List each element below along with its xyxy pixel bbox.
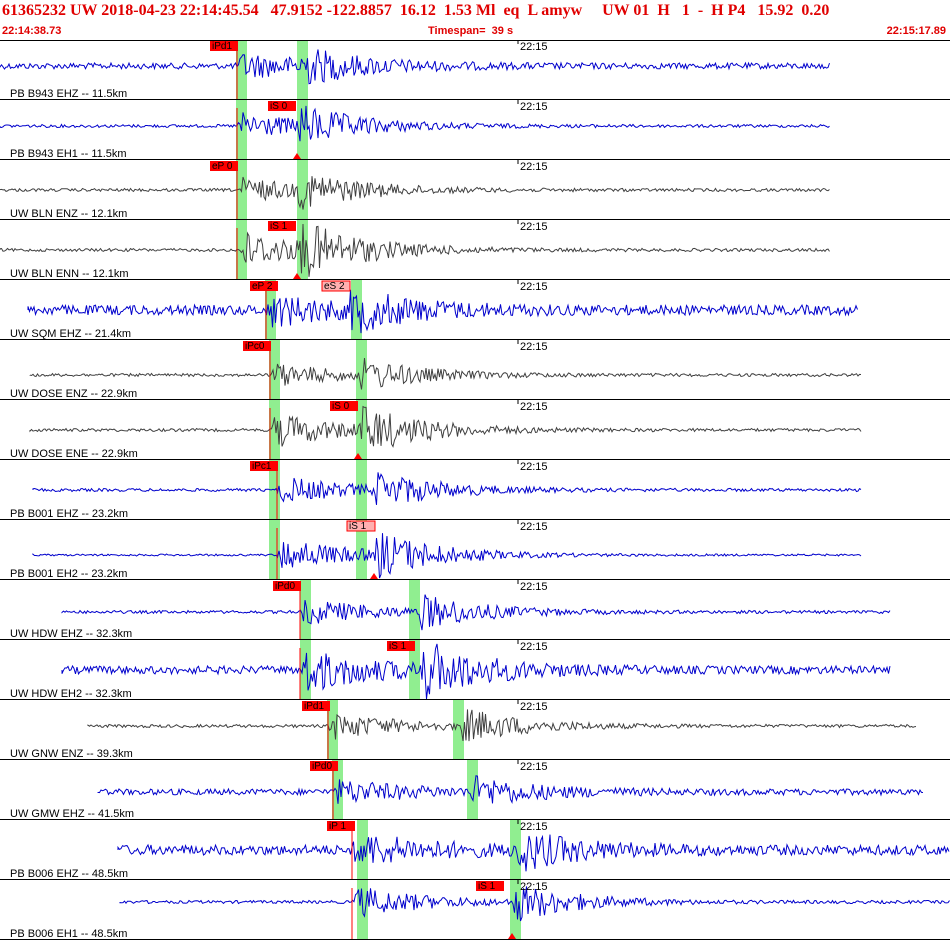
station-label: UW HDW EH2 -- 32.3km xyxy=(10,688,132,700)
event-summary-title: 61365232 UW 2018-04-23 22:14:45.54 47.91… xyxy=(2,2,830,19)
time-tick-label: 22:15 xyxy=(520,161,548,173)
time-tick-label: 22:15 xyxy=(520,461,548,473)
pick-label: iPd0 xyxy=(275,581,295,592)
time-tick-label: 22:15 xyxy=(520,701,548,713)
station-label: PB B943 EHZ -- 11.5km xyxy=(10,88,127,100)
time-tick-label: 22:15 xyxy=(520,821,548,833)
pick-label: iS 0 xyxy=(270,101,288,112)
pick-label: iS 1 xyxy=(478,881,496,892)
station-label: UW GNW ENZ -- 39.3km xyxy=(10,748,133,760)
trace-panel[interactable]: iPc1 22:15 PB B001 EHZ -- 23.2km xyxy=(0,460,950,520)
time-tick-label: 22:15 xyxy=(520,221,548,233)
waveform xyxy=(0,176,830,210)
station-label: UW HDW EHZ -- 32.3km xyxy=(10,628,132,640)
p-window-highlight xyxy=(300,640,311,700)
pick-label: iPc0 xyxy=(245,341,265,352)
trace-panel[interactable]: eP 0 22:15 UW BLN ENZ -- 12.1km xyxy=(0,160,950,220)
trace-panel[interactable]: iS 1 22:15 UW HDW EH2 -- 32.3km xyxy=(0,640,950,700)
end-time-label: 22:15:17.89 xyxy=(886,25,946,37)
waveform xyxy=(32,533,862,579)
pick-label: eP 0 xyxy=(212,161,233,172)
time-tick-label: 22:15 xyxy=(520,401,548,413)
time-tick-label: 22:15 xyxy=(520,41,548,53)
pick-label: iS 0 xyxy=(332,401,350,412)
pick-label: iPd1 xyxy=(304,701,324,712)
waveform xyxy=(61,594,891,631)
trace-panel[interactable]: iS 1 22:15 UW BLN ENN -- 12.1km xyxy=(0,220,950,280)
pick-label: iS 1 xyxy=(270,221,288,232)
waveform xyxy=(87,709,917,742)
arrival-marker-icon xyxy=(370,573,378,579)
pick-label: iPd1 xyxy=(212,41,232,52)
station-label: UW BLN ENZ -- 12.1km xyxy=(10,208,127,220)
trace-panel[interactable]: iS 1 22:15 PB B006 EH1 -- 48.5km xyxy=(0,880,950,940)
trace-panel[interactable]: iPd0 22:15 UW GMW EHZ -- 41.5km xyxy=(0,760,950,820)
time-tick-label: 22:15 xyxy=(520,641,548,653)
station-label: UW SQM EHZ -- 21.4km xyxy=(10,328,131,340)
waveform xyxy=(29,357,862,390)
trace-panel[interactable]: eP 2 eS 2 22:15 UW SQM EHZ -- 21.4km xyxy=(0,280,950,340)
time-tick-label: 22:15 xyxy=(520,281,548,293)
trace-panel[interactable]: iPd1 22:15 PB B943 EHZ -- 11.5km xyxy=(0,40,950,100)
seismogram-panel[interactable]: iPd1 22:15 PB B943 EHZ -- 11.5km iS 0 22:15 P… xyxy=(0,40,950,940)
time-tick-label: 22:15 xyxy=(520,761,548,773)
trace-panel[interactable]: iPd1 22:15 UW GNW ENZ -- 39.3km xyxy=(0,700,950,760)
trace-panel[interactable]: iPc0 22:15 UW DOSE ENZ -- 22.9km xyxy=(0,340,950,400)
time-tick-label: 22:15 xyxy=(520,881,548,893)
waveform xyxy=(0,105,830,142)
time-tick-label: 22:15 xyxy=(520,101,548,113)
waveform xyxy=(29,405,862,448)
time-tick-label: 22:15 xyxy=(520,581,548,593)
s-window-highlight xyxy=(453,700,464,760)
pick-label: iS 1 xyxy=(349,521,367,532)
station-label: PB B001 EHZ -- 23.2km xyxy=(10,508,128,520)
trace-panel[interactable]: iP 1 22:15 PB B006 EHZ -- 48.5km xyxy=(0,820,950,880)
pick-label: iP 1 xyxy=(329,821,346,832)
pick-label: iPd0 xyxy=(312,761,332,772)
waveform xyxy=(97,775,924,804)
time-tick-label: 22:15 xyxy=(520,521,548,533)
p-window-highlight xyxy=(236,220,247,280)
pick-label: iPc1 xyxy=(252,461,272,472)
time-tick-label: 22:15 xyxy=(520,341,548,353)
trace-panel[interactable]: iS 1 22:15 PB B001 EH2 -- 23.2km xyxy=(0,520,950,580)
station-label: UW DOSE ENZ -- 22.9km xyxy=(10,388,137,400)
station-label: PB B006 EH1 -- 48.5km xyxy=(10,928,127,940)
timespan-label: Timespan= 39 s xyxy=(428,25,514,37)
p-window-highlight xyxy=(300,580,311,640)
event-header: 61365232 UW 2018-04-23 22:14:45.54 47.91… xyxy=(0,0,950,40)
waveform xyxy=(117,834,950,872)
station-label: UW GMW EHZ -- 41.5km xyxy=(10,808,134,820)
trace-panel[interactable]: iS 0 22:15 UW DOSE ENE -- 22.9km xyxy=(0,400,950,460)
pick-label: iS 1 xyxy=(389,641,407,652)
station-label: PB B943 EH1 -- 11.5km xyxy=(10,148,127,160)
waveform xyxy=(27,289,858,334)
station-label: PB B001 EH2 -- 23.2km xyxy=(10,568,127,580)
waveform xyxy=(61,643,891,700)
s-window-highlight xyxy=(467,760,478,820)
trace-panel[interactable]: iS 0 22:15 PB B943 EH1 -- 11.5km xyxy=(0,100,950,160)
waveform xyxy=(32,472,862,505)
trace-panel[interactable]: iPd0 22:15 UW HDW EHZ -- 32.3km xyxy=(0,580,950,640)
station-label: UW DOSE ENE -- 22.9km xyxy=(10,448,138,460)
station-label: PB B006 EHZ -- 48.5km xyxy=(10,868,128,880)
pick-label-secondary: eS 2 xyxy=(324,281,345,292)
waveform xyxy=(0,49,830,85)
start-time-label: 22:14:38.73 xyxy=(2,25,62,37)
p-window-highlight xyxy=(269,520,280,580)
station-label: UW BLN ENN -- 12.1km xyxy=(10,268,129,280)
pick-label: eP 2 xyxy=(252,281,273,292)
